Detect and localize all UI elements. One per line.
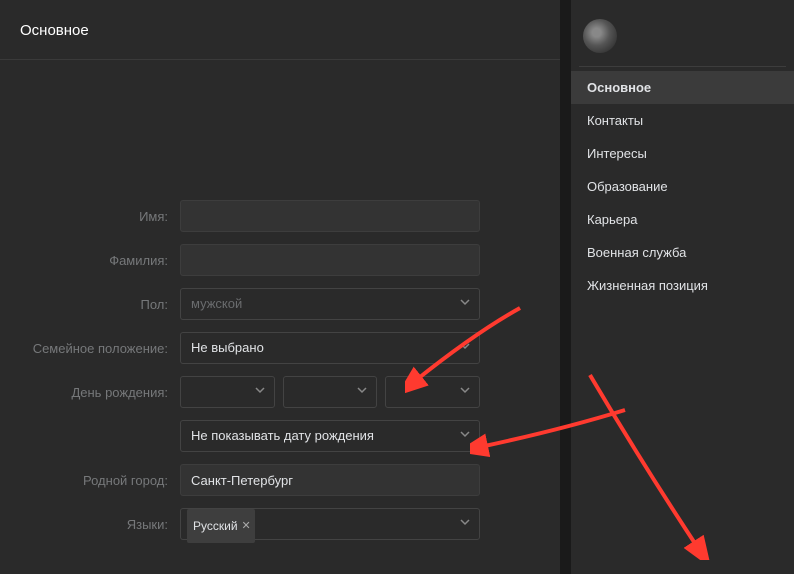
avatar[interactable]	[583, 19, 617, 53]
sidebar-item-label: Интересы	[587, 146, 647, 161]
sidebar-item[interactable]: Жизненная позиция	[571, 269, 794, 302]
marital-label: Семейное положение:	[0, 341, 180, 356]
surname-label: Фамилия:	[0, 253, 180, 268]
hometown-input[interactable]: Санкт-Петербург	[180, 464, 480, 496]
birthday-label: День рождения:	[0, 385, 180, 400]
birthday-visibility-select[interactable]: Не показывать дату рождения	[180, 420, 480, 452]
marital-value: Не выбрано	[191, 340, 264, 355]
sidebar-item[interactable]: Контакты	[571, 104, 794, 137]
gender-label: Пол:	[0, 297, 180, 312]
sidebar-item-label: Жизненная позиция	[587, 278, 708, 293]
birthday-day-select[interactable]	[180, 376, 275, 408]
chevron-down-icon	[459, 289, 471, 319]
marital-select[interactable]: Не выбрано	[180, 332, 480, 364]
main-panel: Основное Имя: Фамилия: Пол: мужской	[0, 0, 560, 574]
chevron-down-icon	[459, 377, 471, 407]
sidebar-item[interactable]: Образование	[571, 170, 794, 203]
chevron-down-icon	[356, 377, 368, 407]
languages-label: Языки:	[0, 517, 180, 532]
birthday-month-select[interactable]	[283, 376, 378, 408]
sidebar-item-label: Образование	[587, 179, 668, 194]
chevron-down-icon	[254, 377, 266, 407]
panel-gap	[560, 0, 571, 574]
chevron-down-icon	[459, 421, 471, 451]
gender-value: мужской	[191, 296, 242, 311]
languages-select[interactable]: Русский ✕	[180, 508, 480, 540]
hometown-label: Родной город:	[0, 473, 180, 488]
sidebar-item-label: Основное	[587, 80, 651, 95]
sidebar-item-label: Карьера	[587, 212, 638, 227]
sidebar-item-label: Контакты	[587, 113, 643, 128]
page-title: Основное	[0, 0, 560, 60]
profile-form: Имя: Фамилия: Пол: мужской	[0, 60, 560, 540]
sidebar-item[interactable]: Военная служба	[571, 236, 794, 269]
chevron-down-icon	[459, 509, 471, 539]
name-label: Имя:	[0, 209, 180, 224]
sidebar-item[interactable]: Интересы	[571, 137, 794, 170]
sidebar-item[interactable]: Основное	[571, 71, 794, 104]
birthday-year-select[interactable]	[385, 376, 480, 408]
close-icon[interactable]: ✕	[242, 511, 251, 541]
name-input[interactable]	[180, 200, 480, 232]
language-tag-label: Русский	[193, 511, 238, 541]
chevron-down-icon	[459, 333, 471, 363]
sidebar-separator	[579, 66, 786, 67]
birthday-visibility-value: Не показывать дату рождения	[191, 428, 374, 443]
gender-select[interactable]: мужской	[180, 288, 480, 320]
sidebar-item[interactable]: Карьера	[571, 203, 794, 236]
surname-input[interactable]	[180, 244, 480, 276]
sidebar: Основное Контакты Интересы Образование Карье…	[571, 0, 794, 574]
language-tag: Русский ✕	[187, 509, 255, 543]
sidebar-item-label: Военная служба	[587, 245, 686, 260]
